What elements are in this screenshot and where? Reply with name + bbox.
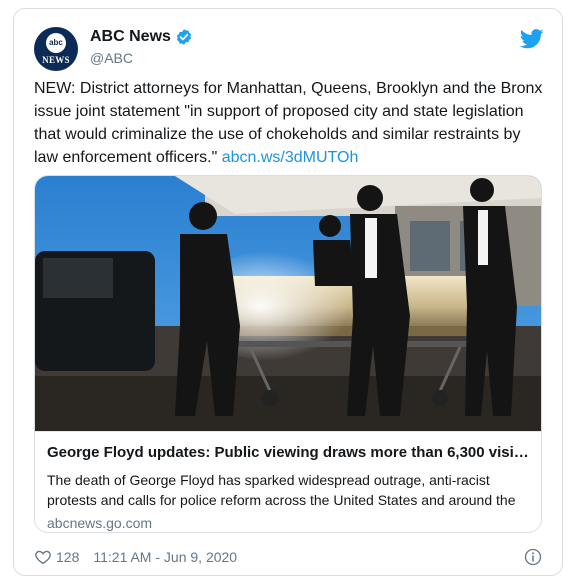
display-name-row: ABC News [90,28,193,46]
account-handle[interactable]: @ABC [90,50,193,66]
display-name[interactable]: ABC News [90,28,171,46]
timestamp[interactable]: 11:21 AM - Jun 9, 2020 [93,549,237,565]
heart-icon[interactable] [34,548,52,566]
tweet-text: NEW: District attorneys for Manhattan, Q… [34,77,544,169]
like-count[interactable]: 128 [56,549,79,565]
tweet-footer: 128 11:21 AM - Jun 9, 2020 [34,546,544,568]
tweet-embed[interactable]: abc NEWS ABC News @ABC NEW: District att… [13,8,563,576]
avatar[interactable]: abc NEWS [34,27,78,71]
news-logo-text: NEWS [42,55,70,65]
info-icon[interactable] [524,548,542,566]
card-title[interactable]: George Floyd updates: Public viewing dra… [47,444,531,461]
card-domain: abcnews.go.com [47,515,153,531]
tweet-header: abc NEWS ABC News @ABC [34,27,544,75]
abc-logo-text: abc [46,33,66,53]
tweet-link[interactable]: abcn.ws/3dMUTOh [222,149,359,166]
account-names: ABC News @ABC [90,28,193,66]
card-description: The death of George Floyd has sparked wi… [47,472,516,508]
verified-badge-icon [176,29,192,45]
link-card[interactable]: George Floyd updates: Public viewing dra… [34,175,542,533]
card-body[interactable]: George Floyd updates: Public viewing dra… [35,431,541,532]
twitter-bird-icon[interactable] [520,29,544,49]
pallbearers-casket-photo[interactable] [35,176,541,431]
